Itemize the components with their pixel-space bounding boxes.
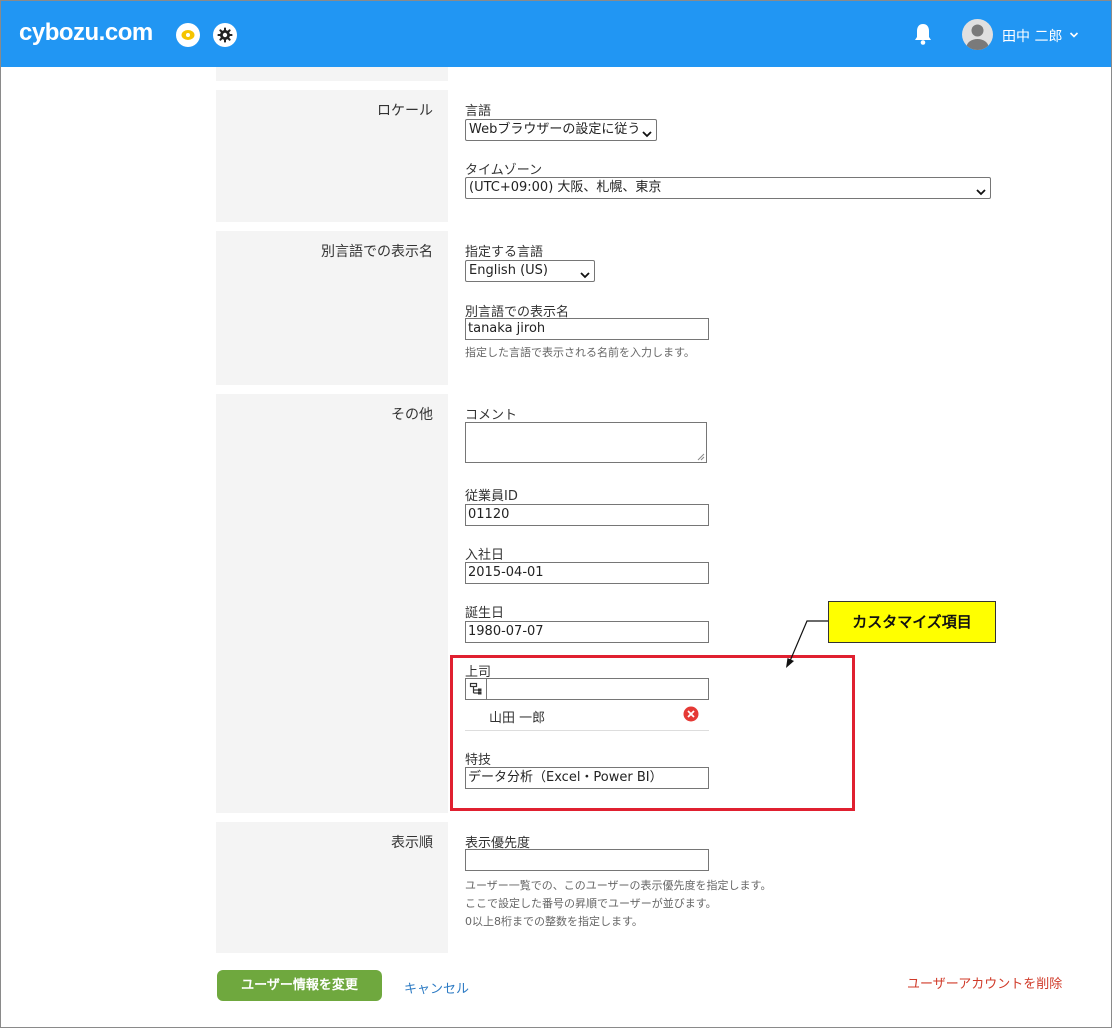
- chevron-down-icon[interactable]: [1069, 28, 1079, 43]
- employee-id-input[interactable]: 01120: [465, 504, 709, 526]
- bell-icon[interactable]: [912, 22, 934, 50]
- user-avatar[interactable]: [962, 19, 993, 50]
- resize-handle-icon[interactable]: [697, 453, 705, 461]
- section-other: その他: [216, 394, 448, 813]
- user-name[interactable]: 田中 二郎: [1002, 26, 1062, 46]
- priority-help-1: ユーザー一覧での、このユーザーの表示優先度を指定します。: [465, 879, 772, 892]
- birthday-label: 誕生日: [465, 606, 505, 621]
- comment-textarea[interactable]: [465, 422, 707, 463]
- section-label-previous: [216, 67, 448, 81]
- timezone-select-value: (UTC+09:00) 大阪、札幌、東京: [469, 180, 662, 195]
- cancel-link[interactable]: キャンセル: [404, 978, 469, 997]
- cybozu-app-icon[interactable]: [176, 23, 200, 47]
- cybozu-logo[interactable]: cybozu.com: [19, 19, 153, 47]
- join-date-label: 入社日: [465, 548, 505, 563]
- chevron-down-icon: [976, 183, 986, 203]
- section-label: ロケール: [377, 103, 433, 119]
- employee-id-label: 従業員ID: [465, 489, 518, 504]
- priority-help-2: ここで設定した番号の昇順でユーザーが並びます。: [465, 897, 717, 910]
- section-locale: ロケール: [216, 90, 448, 222]
- priority-input[interactable]: [465, 849, 709, 871]
- callout-arrow-icon: [786, 620, 828, 668]
- language-label: 言語: [465, 104, 492, 119]
- priority-help-3: 0以上8桁までの整数を指定します。: [465, 915, 643, 928]
- chevron-down-icon: [580, 266, 590, 286]
- language-select-value: Webブラウザーの設定に従う: [469, 122, 641, 137]
- page-frame: cybozu.com 田中 二郎 ロケール 言語 Webブラウザーの設定に従う …: [0, 0, 1112, 1028]
- comment-label: コメント: [465, 408, 518, 423]
- join-date-input[interactable]: 2015-04-01: [465, 562, 709, 584]
- customize-highlight-box: [450, 655, 855, 811]
- update-user-button[interactable]: ユーザー情報を変更: [217, 970, 382, 1001]
- chevron-down-icon: [642, 125, 652, 145]
- section-display-order: 表示順: [216, 822, 448, 953]
- section-label: 表示順: [391, 835, 433, 851]
- alt-language-value: English (US): [469, 263, 548, 278]
- timezone-label: タイムゾーン: [465, 163, 543, 178]
- delete-account-link[interactable]: ユーザーアカウントを削除: [907, 973, 1062, 992]
- customize-callout: カスタマイズ項目: [828, 601, 996, 643]
- alt-language-select[interactable]: English (US): [465, 260, 595, 282]
- section-label: 別言語での表示名: [321, 244, 433, 260]
- section-alt-name: 別言語での表示名: [216, 231, 448, 385]
- language-select[interactable]: Webブラウザーの設定に従う: [465, 119, 657, 141]
- birthday-input[interactable]: 1980-07-07: [465, 621, 709, 643]
- top-header: cybozu.com 田中 二郎: [1, 1, 1111, 67]
- alt-name-help: 指定した言語で表示される名前を入力します。: [465, 346, 695, 359]
- gear-icon[interactable]: [213, 23, 237, 47]
- section-label: その他: [391, 407, 433, 423]
- alt-name-input[interactable]: tanaka jiroh: [465, 318, 709, 340]
- alt-language-label: 指定する言語: [465, 245, 544, 260]
- timezone-select[interactable]: (UTC+09:00) 大阪、札幌、東京: [465, 177, 991, 199]
